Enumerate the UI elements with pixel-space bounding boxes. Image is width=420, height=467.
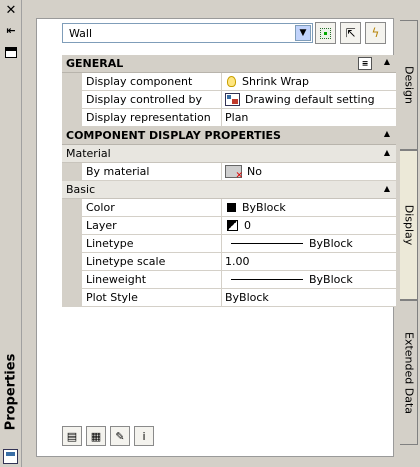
property-value[interactable]: ByBlock (222, 199, 396, 216)
property-row[interactable]: Linetype ByBlock (62, 235, 396, 253)
bottom-toolbar: ▤ ▦ ✎ i (62, 426, 154, 446)
row-gutter (62, 163, 82, 180)
close-icon[interactable]: ✕ (3, 2, 19, 18)
property-name: Linetype (82, 235, 222, 252)
property-value[interactable]: No (222, 163, 396, 180)
property-row[interactable]: Layer 0 (62, 217, 396, 235)
chevron-down-icon[interactable]: ▼ (295, 25, 311, 41)
property-name: Layer (82, 217, 222, 234)
select-objects-icon[interactable]: ⇱ (340, 22, 361, 44)
properties-menu-icon[interactable] (3, 44, 19, 60)
subcategory-label: Basic (66, 183, 96, 196)
category-general[interactable]: GENERAL ≡ ▲ (62, 55, 396, 73)
layer-icon (227, 220, 238, 231)
edit-display-icon[interactable]: ▦ (86, 426, 106, 446)
category-label: COMPONENT DISPLAY PROPERTIES (66, 129, 281, 142)
category-label: GENERAL (66, 57, 124, 70)
info-icon[interactable]: i (134, 426, 154, 446)
brush-icon[interactable]: ✎ (110, 426, 130, 446)
drawing-default-icon (225, 93, 240, 106)
property-value-text: Plan (225, 111, 249, 124)
property-row[interactable]: Display controlled by Drawing default se… (62, 91, 396, 109)
toggle-pickadd-icon[interactable] (315, 22, 336, 44)
collapse-icon[interactable]: ▲ (384, 57, 390, 66)
property-name: Color (82, 199, 222, 216)
property-value-text: 0 (244, 219, 251, 232)
tab-extended-data[interactable]: Extended Data (400, 300, 418, 445)
property-grid: GENERAL ≡ ▲ Display component Shrink Wra… (62, 55, 396, 307)
property-row[interactable]: Plot Style ByBlock (62, 289, 396, 307)
property-value[interactable]: Shrink Wrap (222, 73, 396, 90)
property-row[interactable]: Lineweight ByBlock (62, 271, 396, 289)
row-gutter (62, 235, 82, 252)
property-value[interactable]: ByBlock (222, 289, 396, 306)
property-value[interactable]: 0 (222, 217, 396, 234)
tab-display[interactable]: Display (400, 150, 418, 300)
property-value-text: ByBlock (242, 201, 286, 214)
row-gutter (62, 217, 82, 234)
property-row[interactable]: By material No (62, 163, 396, 181)
row-gutter (62, 73, 82, 90)
category-menu-icon[interactable]: ≡ (358, 57, 372, 70)
material-icon (225, 165, 243, 180)
property-value[interactable]: Plan (222, 109, 396, 126)
palette-title-strip: ✕ ⇤ Properties (0, 0, 22, 467)
property-value-text: 1.00 (225, 255, 250, 268)
property-name: Display representation (82, 109, 222, 126)
color-swatch-icon (227, 203, 236, 212)
subcategory-label: Material (66, 147, 111, 160)
palette-title[interactable]: Properties (1, 337, 21, 447)
autohide-icon[interactable]: ⇤ (3, 22, 19, 38)
bulb-icon (227, 76, 236, 87)
property-value[interactable]: ByBlock (222, 235, 396, 252)
property-row[interactable]: Color ByBlock (62, 199, 396, 217)
object-type-value: Wall (69, 26, 93, 40)
property-value-text: Drawing default setting (245, 93, 375, 106)
property-value-text: ByBlock (225, 291, 269, 304)
category-component-display[interactable]: COMPONENT DISPLAY PROPERTIES ▲ (62, 127, 396, 145)
row-gutter (62, 91, 82, 108)
property-name: Linetype scale (82, 253, 222, 270)
linetype-sample (231, 243, 303, 244)
property-value-text: Shrink Wrap (242, 75, 309, 88)
property-value-text: ByBlock (309, 237, 353, 250)
subcategory-basic[interactable]: Basic ▲ (62, 181, 396, 199)
row-gutter (62, 271, 82, 288)
collapse-icon[interactable]: ▲ (384, 184, 390, 193)
row-gutter (62, 289, 82, 306)
property-row[interactable]: Linetype scale 1.00 (62, 253, 396, 271)
edit-style-icon[interactable]: ▤ (62, 426, 82, 446)
property-name: Plot Style (82, 289, 222, 306)
property-name: Display component (82, 73, 222, 90)
property-value-text: No (247, 165, 262, 178)
subcategory-material[interactable]: Material ▲ (62, 145, 396, 163)
property-value[interactable]: ByBlock (222, 271, 396, 288)
property-name: Lineweight (82, 271, 222, 288)
property-value[interactable]: 1.00 (222, 253, 396, 270)
lineweight-sample (231, 279, 303, 280)
row-gutter (62, 109, 82, 126)
quick-select-icon[interactable]: ϟ (365, 22, 386, 44)
row-gutter (62, 199, 82, 216)
object-type-select[interactable]: Wall ▼ (62, 23, 313, 43)
property-value-text: ByBlock (309, 273, 353, 286)
palette-properties-icon[interactable] (3, 449, 18, 464)
property-row[interactable]: Display component Shrink Wrap (62, 73, 396, 91)
collapse-icon[interactable]: ▲ (384, 148, 390, 157)
tab-design[interactable]: Design (400, 20, 418, 150)
row-gutter (62, 253, 82, 270)
property-name: Display controlled by (82, 91, 222, 108)
property-name: By material (82, 163, 222, 180)
property-row[interactable]: Display representation Plan (62, 109, 396, 127)
property-value[interactable]: Drawing default setting (222, 91, 396, 108)
collapse-icon[interactable]: ▲ (384, 129, 390, 138)
palette-tabs: Design Display Extended Data (398, 0, 420, 467)
